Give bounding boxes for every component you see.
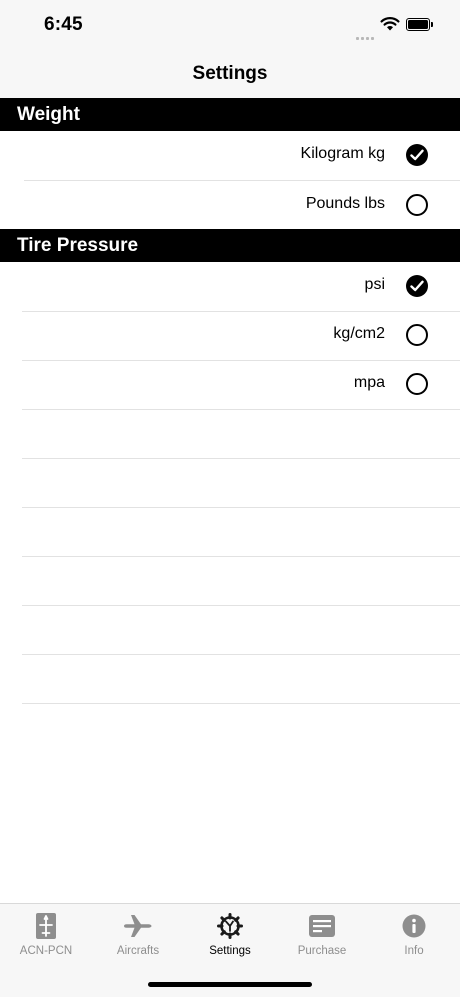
acn-pcn-icon [0,912,92,940]
option-label: Pounds lbs [305,195,385,212]
section-title: Weight [17,104,80,125]
row-separator [22,507,460,508]
tab-label: Aircrafts [116,945,160,957]
tab-acn-pcn[interactable]: ACN-PCN [0,912,92,957]
wifi-icon [380,17,400,31]
battery-icon [406,18,433,31]
section-title: Tire Pressure [17,235,139,256]
radio-empty-icon[interactable] [406,194,428,216]
status-bar: 6:45 [0,0,460,50]
info-icon [368,912,460,940]
section-header-weight: Weight [0,98,460,131]
section-header-tire-pressure: Tire Pressure [0,229,460,262]
option-label: kg/cm2 [333,325,385,342]
cellular-signal-icon [356,27,376,45]
gear-icon [184,912,276,940]
row-separator [22,605,460,606]
radio-empty-icon[interactable] [406,324,428,346]
radio-empty-icon[interactable] [406,373,428,395]
tab-label: Info [404,945,424,957]
checkmark-circle-icon[interactable] [406,275,428,297]
tab-info[interactable]: Info [368,912,460,957]
tab-label: Purchase [297,945,347,957]
tab-label: ACN-PCN [19,945,73,957]
airplane-icon [92,912,184,940]
status-time: 6:45 [44,14,83,35]
row-separator [22,458,460,459]
option-label: psi [364,276,385,293]
option-row-kgcm2[interactable]: kg/cm2 [0,311,460,360]
tab-label: Settings [209,945,251,957]
row-separator [22,409,460,410]
tab-settings[interactable]: Settings [184,912,276,957]
checkmark-circle-icon[interactable] [406,144,428,166]
tab-purchase[interactable]: Purchase [276,912,368,957]
row-separator [22,703,460,704]
option-row-kilogram[interactable]: Kilogram kg [0,131,460,180]
row-separator [22,556,460,557]
option-row-pounds[interactable]: Pounds lbs [0,181,460,230]
home-indicator[interactable] [148,982,312,987]
row-separator [22,654,460,655]
option-label: mpa [353,374,385,391]
option-row-psi[interactable]: psi [0,262,460,311]
option-label: Kilogram kg [300,145,385,162]
page-title: Settings [192,63,268,84]
tab-aircrafts[interactable]: Aircrafts [92,912,184,957]
receipt-icon [276,912,368,940]
option-row-mpa[interactable]: mpa [0,360,460,409]
navigation-bar: Settings [0,50,460,98]
